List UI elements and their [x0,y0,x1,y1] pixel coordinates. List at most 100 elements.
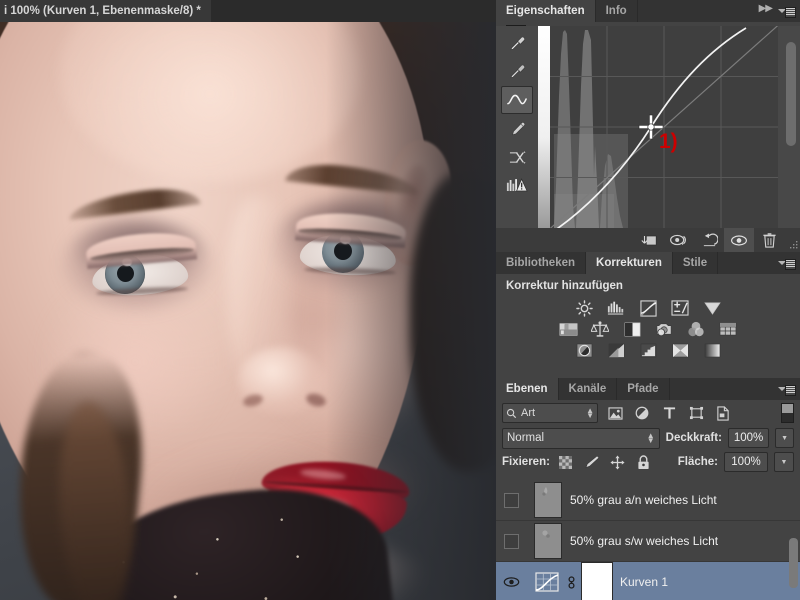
smart-object-filter-icon[interactable] [713,404,733,422]
curves-scroll-gutter [778,26,800,228]
fill-dropdown-icon[interactable]: ▼ [774,452,794,472]
adjustments-heading: Korrektur hinzufügen [506,280,623,292]
layer-thumbnail-area[interactable] [526,523,562,559]
gradient-map-icon[interactable] [702,341,722,359]
adjustments-panel-menu-button[interactable] [774,252,800,274]
curves-tool-column [496,26,538,228]
hue-saturation-icon[interactable] [558,320,578,338]
tab-kanaele[interactable]: Kanäle [558,378,618,400]
lock-all-icon[interactable] [634,453,654,471]
exposure-icon[interactable] [670,299,690,317]
curves-graph[interactable]: 1) [550,26,778,228]
channel-mixer-icon[interactable] [686,320,706,338]
tab-eigenschaften[interactable]: Eigenschaften [496,0,596,22]
clipping-warning-icon[interactable] [502,172,532,198]
table-row[interactable]: 50% grau s/w weiches Licht [496,521,800,562]
opacity-value[interactable]: 100% [727,428,770,448]
collapse-panels-icon[interactable]: ▶▶ [759,3,773,14]
properties-panel: Eigenschaften Info ▶▶ Gradationskur [496,0,800,252]
curves-vertical-gradient-strip [538,26,550,228]
pencil-draw-curve-icon[interactable] [502,116,532,142]
layer-visibility-toggle[interactable] [496,533,526,549]
invert-icon[interactable] [574,341,594,359]
photoshop-window: i 100% (Kurven 1, Ebenenmaske/8) * Eigen… [0,0,800,600]
lock-image-pixels-icon[interactable] [582,453,602,471]
layer-name: 50% grau a/n weiches Licht [570,493,717,507]
layer-visibility-toggle[interactable] [496,576,526,588]
panel-resize-grip[interactable] [784,227,800,253]
black-white-icon[interactable] [622,320,642,338]
layer-thumbnail-area[interactable] [526,482,562,518]
curves-scrollbar-thumb[interactable] [786,42,796,146]
visibility-off-icon [503,533,519,549]
layer-name: Kurven 1 [620,575,669,589]
selective-color-icon[interactable] [670,341,690,359]
shape-layer-filter-icon[interactable] [686,404,706,422]
properties-footer [496,228,800,252]
vibrance-icon[interactable] [702,299,722,317]
adjustments-tab-bar: Bibliotheken Korrekturen Stile [496,252,800,274]
tabbar-filler [669,378,774,400]
panel-menu-icon [778,258,796,270]
visibility-off-icon [503,492,519,508]
tabbar-filler [637,0,774,22]
threshold-icon[interactable] [638,341,658,359]
opacity-dropdown-icon[interactable]: ▼ [775,428,794,448]
photo-image[interactable] [0,22,496,600]
layer-kind-select[interactable]: Art ▲ ▼ [502,403,598,423]
curves-adjustment-thumb [534,569,560,595]
panel-menu-icon [778,384,796,396]
type-layer-filter-icon[interactable] [659,404,679,422]
layer-thumbnail-area[interactable] [526,562,613,600]
properties-panel-menu-button[interactable] [774,0,800,22]
table-row[interactable]: Kurven 1 [496,562,800,600]
tab-bibliotheken[interactable]: Bibliotheken [496,252,587,274]
gray-point-eyedropper-icon[interactable] [502,58,532,84]
blend-stepper-icon[interactable]: ▲ ▼ [647,432,655,445]
photo-background-vignette [326,22,496,600]
layer-mask-thumbnail[interactable] [581,562,613,600]
preview-previous-state-icon[interactable] [664,228,694,252]
lock-position-icon[interactable] [608,453,628,471]
lock-transparent-pixels-icon[interactable] [556,453,576,471]
toggle-visibility-icon[interactable] [724,228,754,252]
layers-scrollbar-thumb[interactable] [789,538,798,588]
link-icon[interactable] [565,575,577,590]
black-point-eyedropper-icon[interactable] [502,30,532,56]
tab-pfade[interactable]: Pfade [617,378,670,400]
reset-icon[interactable] [694,228,724,252]
blend-mode-select[interactable]: Normal ▲ ▼ [502,427,660,449]
fill-value[interactable]: 100% [724,452,768,472]
curves-icon[interactable] [638,299,658,317]
tab-stile[interactable]: Stile [672,252,719,274]
levels-icon[interactable] [606,299,626,317]
layer-visibility-toggle[interactable] [496,492,526,508]
posterize-icon[interactable] [606,341,626,359]
brightness-contrast-icon[interactable] [574,299,594,317]
tab-ebenen[interactable]: Ebenen [496,378,559,400]
delete-icon[interactable] [754,228,784,252]
tabbar-filler [718,252,774,274]
curves-editor-body: 1) [496,26,800,228]
smooth-curve-icon[interactable] [502,144,532,170]
table-row[interactable]: 50% grau a/n weiches Licht [496,480,800,521]
kind-stepper-icon[interactable]: ▲ ▼ [586,407,594,420]
color-balance-icon[interactable] [590,320,610,338]
curve-edit-icon[interactable] [501,86,533,114]
photo-filter-icon[interactable] [654,320,674,338]
curve-annotation-label: 1) [659,130,678,153]
clip-to-layer-icon[interactable] [634,228,664,252]
adjustment-layer-filter-icon[interactable] [632,404,652,422]
fill-label: Fläche: [677,456,718,468]
document-tab[interactable]: i 100% (Kurven 1, Ebenenmaske/8) * [0,0,211,22]
blend-mode-value: Normal [507,432,545,444]
layers-tab-bar: Ebenen Kanäle Pfade [496,378,800,400]
document-canvas-area: i 100% (Kurven 1, Ebenenmaske/8) * [0,0,496,600]
color-lookup-icon[interactable] [718,320,738,338]
filter-toggle-icon[interactable] [781,403,794,423]
tab-korrekturen[interactable]: Korrekturen [586,252,673,274]
pixel-layer-filter-icon[interactable] [605,404,625,422]
tab-info[interactable]: Info [595,0,638,22]
photo-pupil-left [117,265,134,282]
layers-panel-menu-button[interactable] [774,378,800,400]
